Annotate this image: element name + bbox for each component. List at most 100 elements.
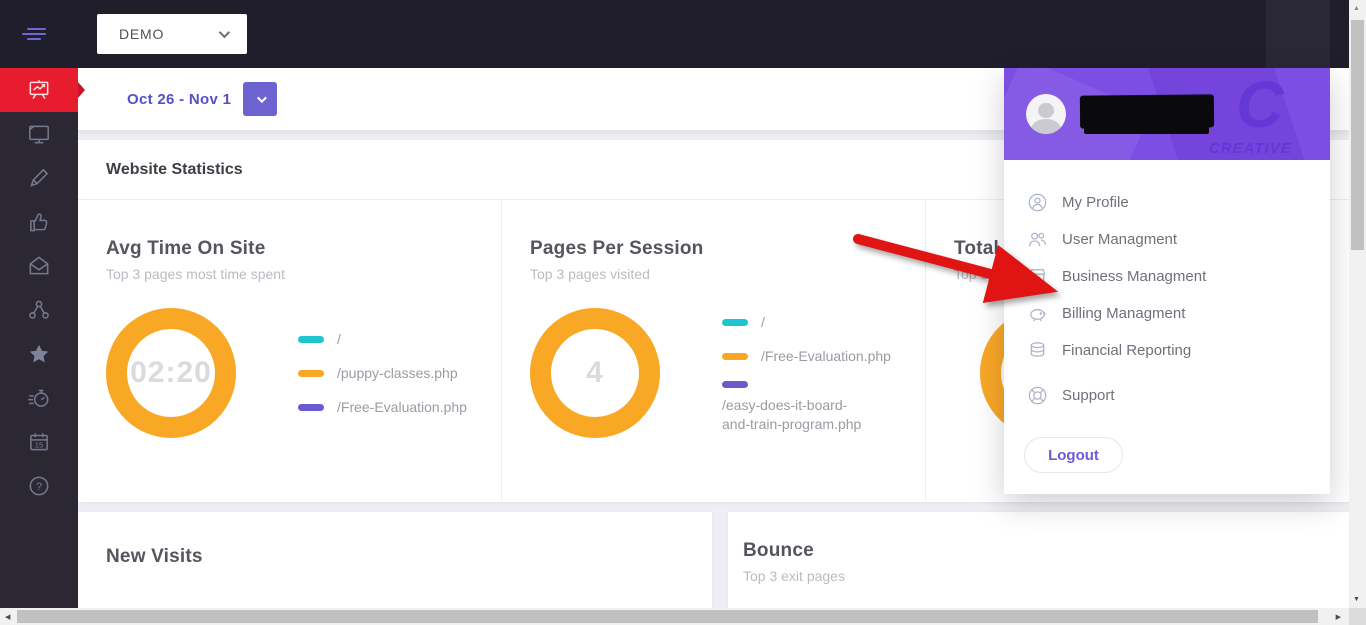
workspace-selector[interactable]: DEMO (97, 14, 247, 54)
avatar-person-icon (1038, 103, 1053, 118)
legend-item: /puppy-classes.php (298, 364, 476, 383)
legend-item: /Free-Evaluation.php (722, 347, 900, 366)
date-range-dropdown-button[interactable] (243, 82, 277, 116)
scroll-down-icon[interactable]: ▼ (1353, 596, 1360, 603)
menu-item-label: Business Managment (1062, 268, 1206, 285)
legend-item: /Free-Evaluation.php (298, 398, 476, 417)
sidebar-item-reviews[interactable] (0, 200, 78, 244)
menu-item-user-managment[interactable]: User Managment (1004, 224, 1330, 254)
sidebar-item-speed[interactable] (0, 376, 78, 420)
legend-label: /Free-Evaluation.php (761, 347, 891, 366)
user-menu-list: My Profile User Managment Business Manag… (1004, 160, 1330, 473)
menu-item-billing-managment[interactable]: Billing Managment (1004, 298, 1330, 328)
menu-item-label: Financial Reporting (1062, 342, 1191, 359)
help-icon: ? (26, 473, 52, 499)
monitor-icon (26, 121, 52, 147)
stat-card-title: Bounce (743, 540, 1349, 562)
sidebar-item-calendar[interactable]: 15 (0, 420, 78, 464)
redacted-user-email (1084, 119, 1209, 134)
stat-card-subtitle: Top 3 pages most time spent (106, 266, 477, 282)
sidebar-item-content[interactable] (0, 156, 78, 200)
legend-label: / (761, 313, 765, 332)
sidebar-item-analytics[interactable] (0, 68, 78, 112)
star-icon (26, 341, 52, 367)
coins-icon (1026, 339, 1049, 362)
sidebar-item-email[interactable] (0, 244, 78, 288)
logout-button[interactable]: Logout (1024, 437, 1123, 473)
legend-label: / (337, 330, 341, 349)
legend-swatch (298, 404, 324, 411)
date-range-label: Oct 26 - Nov 1 (127, 91, 231, 108)
chevron-down-icon (257, 93, 267, 103)
menu-item-my-profile[interactable]: My Profile (1004, 187, 1330, 217)
menu-item-label: My Profile (1062, 194, 1129, 211)
stat-card-avg-time: Avg Time On Site Top 3 pages most time s… (78, 200, 501, 501)
thumbs-up-icon (26, 209, 52, 235)
share-network-icon (26, 297, 52, 323)
new-visits-card: New Visits (78, 512, 712, 608)
scroll-right-icon[interactable]: ▶ (1336, 613, 1341, 621)
stat-card-title: Pages Per Session (530, 238, 901, 260)
donut-center-value: 4 (586, 356, 604, 390)
profile-icon (1026, 191, 1049, 214)
stat-card-title: New Visits (106, 546, 712, 568)
menu-item-support[interactable]: Support (1004, 380, 1330, 410)
legend-item: / (298, 330, 476, 349)
legend-swatch (722, 353, 748, 360)
legend-label: /puppy-classes.php (337, 364, 458, 383)
horizontal-scrollbar[interactable]: ◀ ▶ (0, 608, 1349, 625)
piggy-bank-icon (1026, 302, 1049, 325)
vertical-scrollbar[interactable]: ▲ ▼ (1349, 0, 1366, 608)
legend-label: /easy-does-it-board-and-train-program.ph… (722, 396, 872, 434)
legend-item: / (722, 313, 900, 332)
analytics-chart-icon (26, 77, 52, 103)
user-menu-header: C CREATIVE (1004, 68, 1330, 160)
chart-legend: / /Free-Evaluation.php /easy-does-it-boa… (722, 313, 900, 434)
bottom-cards-row: New Visits Bounce Top 3 exit pages (78, 512, 1349, 608)
hamburger-menu-icon[interactable] (22, 28, 48, 42)
scrollbar-corner (1349, 608, 1366, 625)
sidebar-item-share[interactable] (0, 288, 78, 332)
scroll-left-icon[interactable]: ◀ (5, 613, 10, 621)
users-icon (1026, 228, 1049, 251)
menu-item-label: User Managment (1062, 231, 1177, 248)
calendar-day-label: 15 (35, 440, 43, 449)
menu-item-financial-reporting[interactable]: Financial Reporting (1004, 335, 1330, 365)
stat-card-subtitle: Top 3 exit pages (743, 568, 1349, 584)
donut-chart-avg-time: 02:20 (106, 308, 236, 438)
user-avatar (1026, 94, 1066, 134)
legend-swatch (722, 381, 748, 388)
sidebar-item-website[interactable] (0, 112, 78, 156)
horizontal-scrollbar-thumb[interactable] (17, 610, 1318, 623)
bounce-card: Bounce Top 3 exit pages (728, 512, 1349, 608)
legend-label: /Free-Evaluation.php (337, 398, 467, 417)
workspace-selector-value: DEMO (119, 26, 164, 42)
donut-center-value: 02:20 (130, 356, 212, 390)
legend-swatch (722, 319, 748, 326)
calendar-icon: 15 (26, 429, 52, 455)
card-gap (712, 512, 728, 608)
menu-item-label: Billing Managment (1062, 305, 1185, 322)
storefront-icon (1026, 265, 1049, 288)
donut-chart-pages-per-session: 4 (530, 308, 660, 438)
watermark-letter: C (1236, 68, 1284, 142)
menu-item-business-managment[interactable]: Business Managment (1004, 261, 1330, 291)
stat-card-subtitle: Top 3 pages visited (530, 266, 901, 282)
svg-text:?: ? (36, 481, 42, 493)
sidebar-item-favorites[interactable] (0, 332, 78, 376)
user-avatar-tile[interactable] (1266, 0, 1330, 68)
sidebar-item-help[interactable]: ? (0, 464, 78, 508)
icon-sidebar: 15 ? (0, 68, 78, 608)
chart-legend: / /puppy-classes.php /Free-Evaluation.ph… (298, 330, 476, 417)
scroll-up-icon[interactable]: ▲ (1353, 5, 1360, 12)
chevron-down-icon (219, 27, 230, 38)
legend-item: /easy-does-it-board-and-train-program.ph… (722, 381, 900, 434)
legend-swatch (298, 370, 324, 377)
legend-swatch (298, 336, 324, 343)
dashboard-page: DEMO (0, 0, 1366, 625)
stat-card-pages-per-session: Pages Per Session Top 3 pages visited 4 … (501, 200, 925, 501)
pencil-icon (26, 165, 52, 191)
vertical-scrollbar-thumb[interactable] (1351, 20, 1364, 250)
stat-card-title: Avg Time On Site (106, 238, 477, 260)
user-dropdown-menu: C CREATIVE My Profile (1004, 68, 1330, 494)
